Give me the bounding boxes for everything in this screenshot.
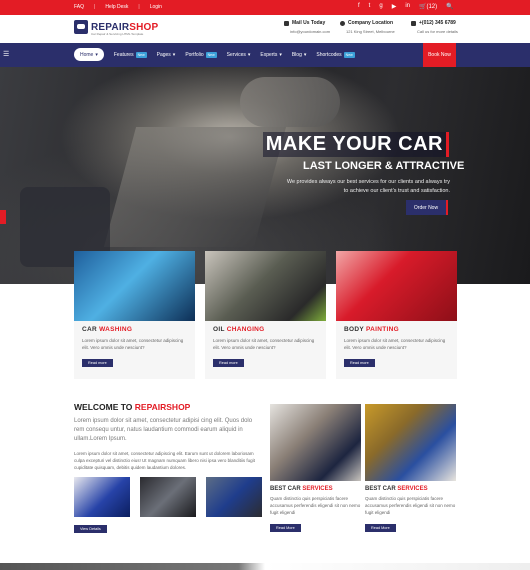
phone-number[interactable]: +(012) 345 6789 bbox=[419, 20, 456, 26]
side-menu-icon[interactable]: ☰ bbox=[3, 51, 11, 59]
slider-prev-arrow[interactable] bbox=[0, 210, 6, 224]
car-washing-image bbox=[74, 251, 195, 321]
repair-photo bbox=[206, 477, 262, 517]
read-more-button[interactable]: Read more bbox=[213, 359, 244, 367]
logo[interactable]: REPAIRSHOP Car Repair & Servicing HTML T… bbox=[74, 20, 159, 36]
card-title: CAR WASHING bbox=[82, 326, 133, 333]
top-links: FAQ | Help Desk | Login bbox=[74, 4, 162, 10]
new-badge: New bbox=[135, 51, 147, 58]
facebook-icon[interactable]: f bbox=[358, 3, 360, 10]
oil-changing-image bbox=[205, 251, 326, 321]
logo-tagline: Car Repair & Servicing HTML Template bbox=[91, 32, 144, 36]
nav-item-features[interactable]: Features New bbox=[114, 48, 147, 61]
hero-image-detail bbox=[103, 127, 287, 247]
nav-item-home[interactable]: Home ▾ bbox=[74, 48, 104, 61]
book-now-button[interactable]: Book Now bbox=[423, 43, 456, 67]
card-text: Lorem ipsum dolor sit amet, consectetur … bbox=[344, 338, 446, 350]
mail-info: Mail Us Today info@yourdomain.com bbox=[284, 20, 330, 34]
search-icon[interactable]: 🔍 bbox=[446, 3, 453, 10]
faq-link[interactable]: FAQ bbox=[74, 4, 84, 10]
read-more-button[interactable]: Read More bbox=[365, 524, 396, 532]
help-desk-link[interactable]: Help Desk bbox=[105, 4, 128, 10]
phone-info: +(012) 345 6789 Call us for more details bbox=[411, 20, 458, 34]
location-address: 121 King Street, Melbourne bbox=[346, 29, 395, 34]
header: REPAIRSHOP Car Repair & Servicing HTML T… bbox=[0, 15, 530, 43]
nav-item-portfolio[interactable]: Portfolio New bbox=[185, 48, 217, 61]
card-title: OIL CHANGING bbox=[213, 326, 265, 333]
welcome-text: Lorem ipsum dolor sit amet, consectetur … bbox=[74, 451, 255, 470]
nav-item-services[interactable]: Services ▾ bbox=[227, 48, 251, 61]
read-more-button[interactable]: Read More bbox=[270, 524, 301, 532]
map-pin-icon bbox=[340, 20, 345, 26]
garage-mechanic-photo bbox=[365, 404, 456, 481]
location-title: Company Location bbox=[348, 20, 394, 26]
new-badge: New bbox=[205, 51, 217, 58]
read-more-button[interactable]: Read more bbox=[344, 359, 375, 367]
logo-text: REPAIRSHOP bbox=[91, 21, 159, 33]
engine-photo bbox=[140, 477, 196, 517]
social-links: f t g ▶ in 🛒(12) 🔍 bbox=[358, 3, 454, 10]
linkedin-icon[interactable]: in bbox=[405, 3, 410, 10]
mail-title: Mail Us Today bbox=[292, 20, 326, 26]
hero-text: We provides always our best services for… bbox=[286, 179, 450, 194]
view-details-button[interactable]: View Details bbox=[74, 525, 107, 533]
welcome-lead: Lorem ipsum dolor sit amet, consectetur … bbox=[74, 418, 253, 442]
service-card: OIL CHANGING Lorem ipsum dolor sit amet,… bbox=[205, 251, 326, 379]
service-card: BODY PAINTING Lorem ipsum dolor sit amet… bbox=[336, 251, 457, 379]
chevron-down-icon: ▾ bbox=[279, 51, 282, 58]
best-service-card: BEST CAR SERVICES Quam distinctio quis p… bbox=[270, 404, 361, 534]
best-service-card: BEST CAR SERVICES Quam distinctio quis p… bbox=[365, 404, 456, 534]
best-text: Quam distinctio quis perspiciatis facere… bbox=[270, 496, 361, 515]
nav-item-pages[interactable]: Pages ▾ bbox=[157, 48, 176, 61]
read-more-button[interactable]: Read more bbox=[82, 359, 113, 367]
footer-preview bbox=[0, 563, 530, 570]
phone-icon bbox=[411, 20, 416, 26]
card-text: Lorem ipsum dolor sit amet, consectetur … bbox=[213, 338, 315, 350]
hero-image-detail bbox=[240, 77, 340, 127]
mechanic-photo bbox=[74, 477, 130, 517]
chevron-down-icon: ▾ bbox=[303, 51, 307, 58]
hero-subtitle: LAST LONGER & ATTRACTIVE bbox=[303, 160, 465, 172]
nav-item-experts[interactable]: Experts ▾ bbox=[260, 48, 281, 61]
cart-link[interactable]: 🛒(12) bbox=[419, 3, 437, 10]
card-title: BODY PAINTING bbox=[344, 326, 399, 333]
youtube-icon[interactable]: ▶ bbox=[392, 3, 397, 10]
car-logo-icon bbox=[74, 20, 88, 34]
phone-note: Call us for more details bbox=[417, 29, 458, 34]
chevron-down-icon: ▾ bbox=[247, 51, 251, 58]
twitter-icon[interactable]: t bbox=[369, 3, 371, 10]
best-title: BEST CAR SERVICES bbox=[365, 486, 428, 492]
envelope-icon bbox=[284, 20, 289, 26]
welcome-title: WELCOME TO REPAIRSHOP bbox=[74, 402, 191, 412]
chevron-down-icon: ▾ bbox=[172, 51, 176, 58]
mail-address[interactable]: info@yourdomain.com bbox=[284, 29, 330, 34]
welcome-gallery bbox=[74, 477, 264, 517]
service-card: CAR WASHING Lorem ipsum dolor sit amet, … bbox=[74, 251, 195, 379]
cart-count: (12) bbox=[426, 4, 438, 10]
hero-title: MAKE YOUR CAR bbox=[263, 132, 449, 157]
divider: | bbox=[94, 4, 96, 10]
order-now-button[interactable]: Order Now bbox=[406, 200, 448, 215]
divider: | bbox=[138, 4, 140, 10]
best-title: BEST CAR SERVICES bbox=[270, 486, 333, 492]
card-text: Lorem ipsum dolor sit amet, consectetur … bbox=[82, 338, 184, 350]
location-info: Company Location 121 King Street, Melbou… bbox=[340, 20, 395, 34]
chevron-down-icon: ▾ bbox=[95, 51, 98, 58]
body-painting-image bbox=[336, 251, 457, 321]
service-cards: CAR WASHING Lorem ipsum dolor sit amet, … bbox=[74, 251, 457, 379]
welcome-section: WELCOME TO REPAIRSHOP Lorem ipsum dolor … bbox=[74, 402, 264, 535]
login-link[interactable]: Login bbox=[150, 4, 162, 10]
nav-item-blog[interactable]: Blog ▾ bbox=[292, 48, 307, 61]
customer-mechanic-photo bbox=[270, 404, 361, 481]
new-badge: New bbox=[343, 51, 355, 58]
nav-item-shortcodes[interactable]: Shortcodes New bbox=[316, 48, 355, 61]
top-bar: FAQ | Help Desk | Login f t g ▶ in 🛒(12)… bbox=[0, 0, 530, 15]
best-text: Quam distinctio quis perspiciatis facere… bbox=[365, 496, 456, 515]
google-plus-icon[interactable]: g bbox=[379, 3, 382, 10]
nav-menu: Home ▾ Features New Pages ▾ Portfolio New Se… bbox=[74, 48, 355, 61]
